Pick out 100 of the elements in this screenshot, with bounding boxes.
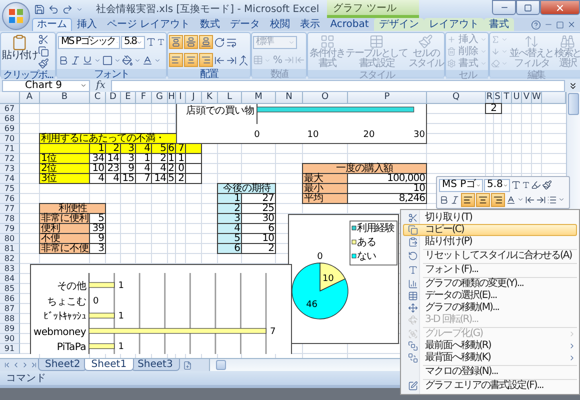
row-header[interactable]: 84 <box>0 274 20 284</box>
row-header[interactable]: 76 <box>0 194 20 204</box>
ribbon-tab[interactable]: ページ レイアウト <box>102 18 196 31</box>
ribbon-tab[interactable]: 校閲 <box>265 18 296 31</box>
row-header[interactable]: 81 <box>0 244 20 254</box>
row-header[interactable]: 78 <box>0 214 20 224</box>
row-header[interactable]: 85 <box>0 284 20 294</box>
data-label: 1 <box>118 281 124 291</box>
tick-label: 30 <box>414 130 425 140</box>
row-header[interactable]: 73 <box>0 164 20 174</box>
menu-item[interactable]: グラフ エリアの書式設定(F)... <box>403 380 577 392</box>
ribbon-tab[interactable]: データ <box>225 18 266 31</box>
menu-item[interactable]: 最背面へ移動(K) <box>403 352 577 364</box>
table-title: 利便性 <box>39 203 106 214</box>
row-header[interactable]: 77 <box>0 204 20 214</box>
column-header[interactable]: Q <box>427 92 486 104</box>
data-label: 10 <box>322 274 334 284</box>
font-name-field[interactable]: MS Pゴ <box>439 178 483 192</box>
column-header[interactable]: E <box>121 92 136 104</box>
column-header[interactable]: P <box>348 92 427 104</box>
row-header[interactable]: 88 <box>0 314 20 324</box>
sheet-tab[interactable]: Sheet2 <box>38 359 88 371</box>
row-header[interactable]: 69 <box>0 124 20 134</box>
row-header[interactable]: 89 <box>0 324 20 334</box>
row-header[interactable]: 72 <box>0 154 20 164</box>
row-header[interactable]: 82 <box>0 254 20 264</box>
ribbon-tab[interactable]: レイアウト <box>424 18 484 31</box>
row-label: 便利 <box>39 223 90 234</box>
menu-item[interactable]: 貼り付け(P) <box>403 236 577 248</box>
category-label: ちょこむ <box>47 296 86 308</box>
row-header[interactable]: 71 <box>0 144 20 154</box>
row-header[interactable]: 79 <box>0 224 20 234</box>
pie-chart[interactable]: 0 10 46 利用経験 ある ない <box>288 214 399 344</box>
insert-function-button[interactable]: fx <box>93 80 108 91</box>
menu-item[interactable]: データの選択(E)... <box>403 290 577 302</box>
column-header[interactable]: U <box>512 92 522 104</box>
row-label: 最大 <box>302 173 348 184</box>
font-size-field[interactable]: 5.8 <box>484 178 510 192</box>
menu-item[interactable]: グラフの種類の変更(Y)... <box>403 278 577 290</box>
row-label: 最小 <box>302 183 348 194</box>
menu-item[interactable]: マクロの登録(N)... <box>403 366 577 378</box>
column-header[interactable]: F <box>136 92 152 104</box>
tick-label: 0 <box>254 130 260 140</box>
menu-item[interactable]: リセットしてスタイルに合わせる(A) <box>403 250 577 262</box>
column-header[interactable]: B <box>40 92 90 104</box>
column-header[interactable]: G <box>152 92 168 104</box>
column-header[interactable]: L <box>218 92 242 104</box>
menu-item[interactable]: フォント(F)... <box>403 264 577 276</box>
row-header[interactable]: 74 <box>0 174 20 184</box>
menu-item[interactable]: 切り取り(T) <box>403 212 577 224</box>
column-header[interactable]: I <box>176 92 186 104</box>
row-header[interactable]: 75 <box>0 184 20 194</box>
column-header[interactable]: W <box>532 92 542 104</box>
ribbon-tab[interactable]: ホーム <box>32 18 72 31</box>
row-header[interactable]: 67 <box>0 104 20 114</box>
legend-label: ある <box>357 237 376 248</box>
ribbon-tab[interactable]: 書式 <box>484 18 514 31</box>
paste-button[interactable]: 貼り付け <box>2 34 38 61</box>
row-header[interactable]: 91 <box>0 344 20 354</box>
table-cell: 14 <box>151 173 168 184</box>
row-header[interactable]: 68 <box>0 114 20 124</box>
menu-item[interactable]: コピー(C) <box>403 224 577 236</box>
column-header[interactable]: J <box>186 92 202 104</box>
column-header[interactable]: M <box>242 92 276 104</box>
row-header[interactable]: 80 <box>0 234 20 244</box>
column-header[interactable]: R <box>486 92 494 104</box>
bar-chart[interactable]: その他 1 ちょこむ 0 ﾋﾞｯﾄｷｬｯｼｭ 1 webmoney 7 PiTaPa 1 <box>30 264 292 354</box>
status-text: コマンド <box>6 372 46 385</box>
ribbon-tab[interactable]: デザイン <box>374 18 424 31</box>
row-label: 3位 <box>39 173 90 184</box>
ribbon-tab[interactable]: 数式 <box>195 18 226 31</box>
column-header[interactable]: D <box>106 92 121 104</box>
column-header[interactable]: H <box>168 92 176 104</box>
ribbon-tab[interactable]: Acrobat <box>325 18 374 31</box>
menu-item[interactable]: 最前面へ移動(R) <box>403 340 577 352</box>
font-size-field[interactable]: 5.8 <box>120 36 145 48</box>
menu-item[interactable]: グラフの移動(M)... <box>403 302 577 314</box>
category-label: PiTaPa <box>56 342 86 354</box>
row-header[interactable]: 70 <box>0 134 20 144</box>
column-header[interactable]: C <box>90 92 106 104</box>
column-header[interactable]: O <box>303 92 348 104</box>
ribbon-tab[interactable]: 挿入 <box>72 18 102 31</box>
sheet-tab[interactable]: Sheet1 <box>84 359 134 371</box>
row-header[interactable]: 87 <box>0 304 20 314</box>
row-header[interactable]: 90 <box>0 334 20 344</box>
column-header[interactable]: N <box>276 92 303 104</box>
bar-chart[interactable]: 店頭での買い物 0 10 20 30 <box>176 104 427 144</box>
tick-label: 10 <box>307 130 319 140</box>
column-header[interactable]: A <box>20 92 40 104</box>
column-header[interactable]: S <box>494 92 502 104</box>
column-header[interactable]: T <box>502 92 512 104</box>
font-name-field[interactable]: MS Pゴシック <box>58 36 120 48</box>
column-header[interactable]: V <box>522 92 532 104</box>
column-header[interactable]: K <box>202 92 218 104</box>
name-box[interactable]: Chart 9 <box>2 80 90 92</box>
row-header[interactable]: 86 <box>0 294 20 304</box>
row-label: 非常に便利 <box>39 213 90 224</box>
sheet-tab[interactable]: Sheet3 <box>130 359 180 371</box>
row-header[interactable]: 83 <box>0 264 20 274</box>
ribbon-tab[interactable]: 表示 <box>295 18 326 31</box>
